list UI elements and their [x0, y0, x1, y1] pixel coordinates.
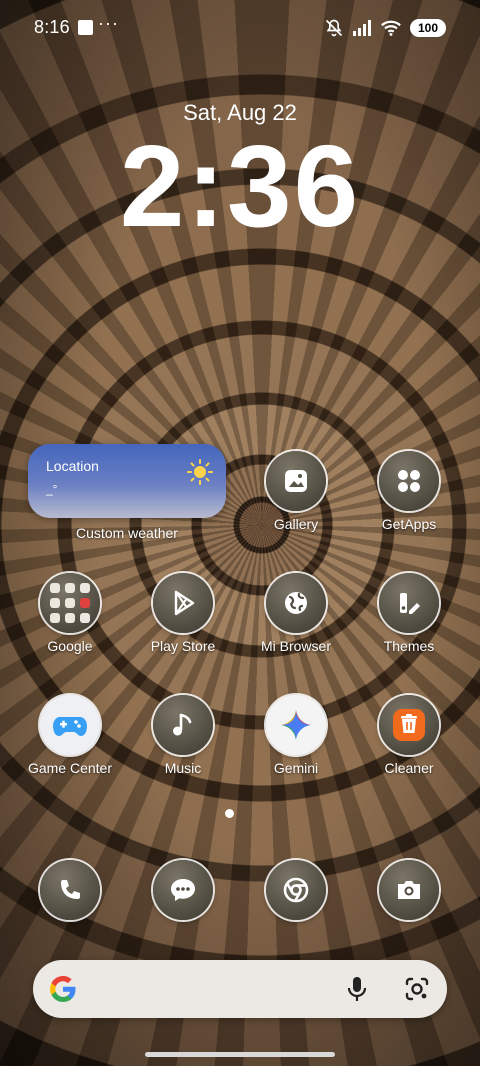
app-label-gemini: Gemini [273, 760, 319, 776]
app-getapps[interactable]: GetApps [353, 451, 465, 532]
signal-icon [353, 20, 371, 36]
status-bar: 8:16 ··· 100 [0, 0, 480, 56]
weather-location: Location [46, 458, 99, 474]
getapps-icon [379, 451, 439, 511]
app-themes[interactable]: Themes [353, 573, 465, 654]
mute-icon [325, 19, 343, 37]
app-label-google: Google [47, 638, 93, 654]
dock-messages[interactable] [127, 860, 239, 920]
app-gemini[interactable]: Gemini [240, 695, 352, 776]
app-label-play-store: Play Store [150, 638, 216, 654]
app-mi-browser[interactable]: Mi Browser [240, 573, 352, 654]
gallery-icon [266, 451, 326, 511]
app-label-themes: Themes [383, 638, 435, 654]
weather-widget[interactable]: Location _° [28, 444, 226, 518]
music-note-icon [153, 695, 213, 755]
dock-camera[interactable] [353, 860, 465, 920]
battery-icon: 100 [410, 19, 446, 37]
sun-icon [187, 459, 213, 485]
dock-phone[interactable] [14, 860, 126, 920]
google-lens-icon[interactable] [403, 975, 431, 1003]
app-label-cleaner: Cleaner [384, 760, 434, 776]
more-notifications-icon: ··· [98, 13, 119, 33]
app-label-music: Music [164, 760, 202, 776]
google-folder-icon [40, 573, 100, 633]
clock-time[interactable]: 2:36 [0, 128, 480, 244]
status-time: 8:16 [34, 17, 70, 37]
app-music[interactable]: Music [127, 695, 239, 776]
app-gallery[interactable]: Gallery [240, 451, 352, 532]
app-game-center[interactable]: Game Center [14, 695, 126, 776]
messages-icon [153, 860, 213, 920]
app-label-gallery: Gallery [273, 516, 319, 532]
app-play-store[interactable]: Play Store [127, 573, 239, 654]
gemini-icon [266, 695, 326, 755]
weather-temperature: _° [46, 482, 58, 496]
notification-square-icon [78, 20, 93, 35]
gesture-navigation-handle[interactable] [145, 1052, 335, 1057]
globe-icon [266, 573, 326, 633]
cleaner-icon [379, 695, 439, 755]
chrome-icon [266, 860, 326, 920]
microphone-icon[interactable] [345, 975, 369, 1003]
phone-icon [40, 860, 100, 920]
weather-widget-label: Custom weather [76, 525, 178, 541]
google-logo-icon [50, 976, 76, 1002]
wifi-icon [381, 20, 401, 36]
camera-icon [379, 860, 439, 920]
google-search-bar[interactable] [33, 960, 447, 1018]
app-label-mi-browser: Mi Browser [260, 638, 331, 654]
app-label-game-center: Game Center [27, 760, 113, 776]
app-cleaner[interactable]: Cleaner [353, 695, 465, 776]
folder-google[interactable]: Google [14, 573, 126, 654]
play-store-icon [153, 573, 213, 633]
dock-chrome[interactable] [240, 860, 352, 920]
page-indicator [225, 809, 234, 818]
game-controller-icon [40, 695, 100, 755]
themes-icon [379, 573, 439, 633]
app-label-getapps: GetApps [381, 516, 437, 532]
status-right-icons: 100 [324, 17, 446, 39]
